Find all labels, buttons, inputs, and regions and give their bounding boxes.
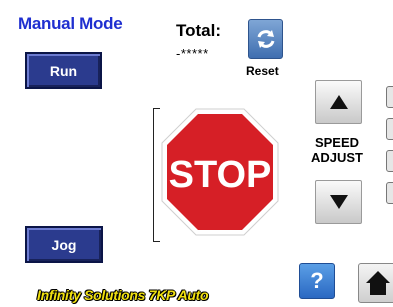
stop-sign-text: STOP	[169, 154, 272, 196]
jog-button-label: Jog	[51, 236, 77, 253]
arrow-up-icon	[329, 95, 348, 109]
arrow-down-icon	[329, 195, 348, 209]
speed-adjust-label: SPEED ADJUST	[298, 135, 376, 165]
help-button[interactable]: ?	[299, 263, 335, 299]
reset-label: Reset	[246, 64, 279, 78]
mode-title: Manual Mode	[18, 14, 123, 33]
stop-sign-icon: STOP	[161, 108, 279, 236]
total-label: Total:	[176, 21, 222, 40]
side-tab-2[interactable]	[386, 118, 393, 140]
speed-down-button[interactable]	[315, 180, 362, 224]
speed-label-line1: SPEED	[314, 135, 360, 150]
run-button[interactable]: Run	[25, 52, 102, 89]
stop-frame	[153, 108, 160, 242]
side-tab-3[interactable]	[386, 150, 393, 172]
home-icon	[366, 271, 390, 295]
refresh-icon	[257, 30, 274, 48]
jog-button[interactable]: Jog	[25, 226, 103, 263]
speed-up-button[interactable]	[315, 80, 362, 124]
run-button-label: Run	[49, 62, 78, 79]
speed-label-line2: ADJUST	[310, 150, 363, 165]
total-value: -*****	[176, 46, 209, 61]
side-tab-4[interactable]	[386, 182, 393, 204]
help-icon: ?	[310, 268, 324, 293]
side-tab-1[interactable]	[386, 86, 393, 108]
home-button[interactable]	[358, 263, 393, 303]
reset-button[interactable]	[248, 19, 283, 59]
stop-button[interactable]: STOP	[160, 107, 280, 237]
